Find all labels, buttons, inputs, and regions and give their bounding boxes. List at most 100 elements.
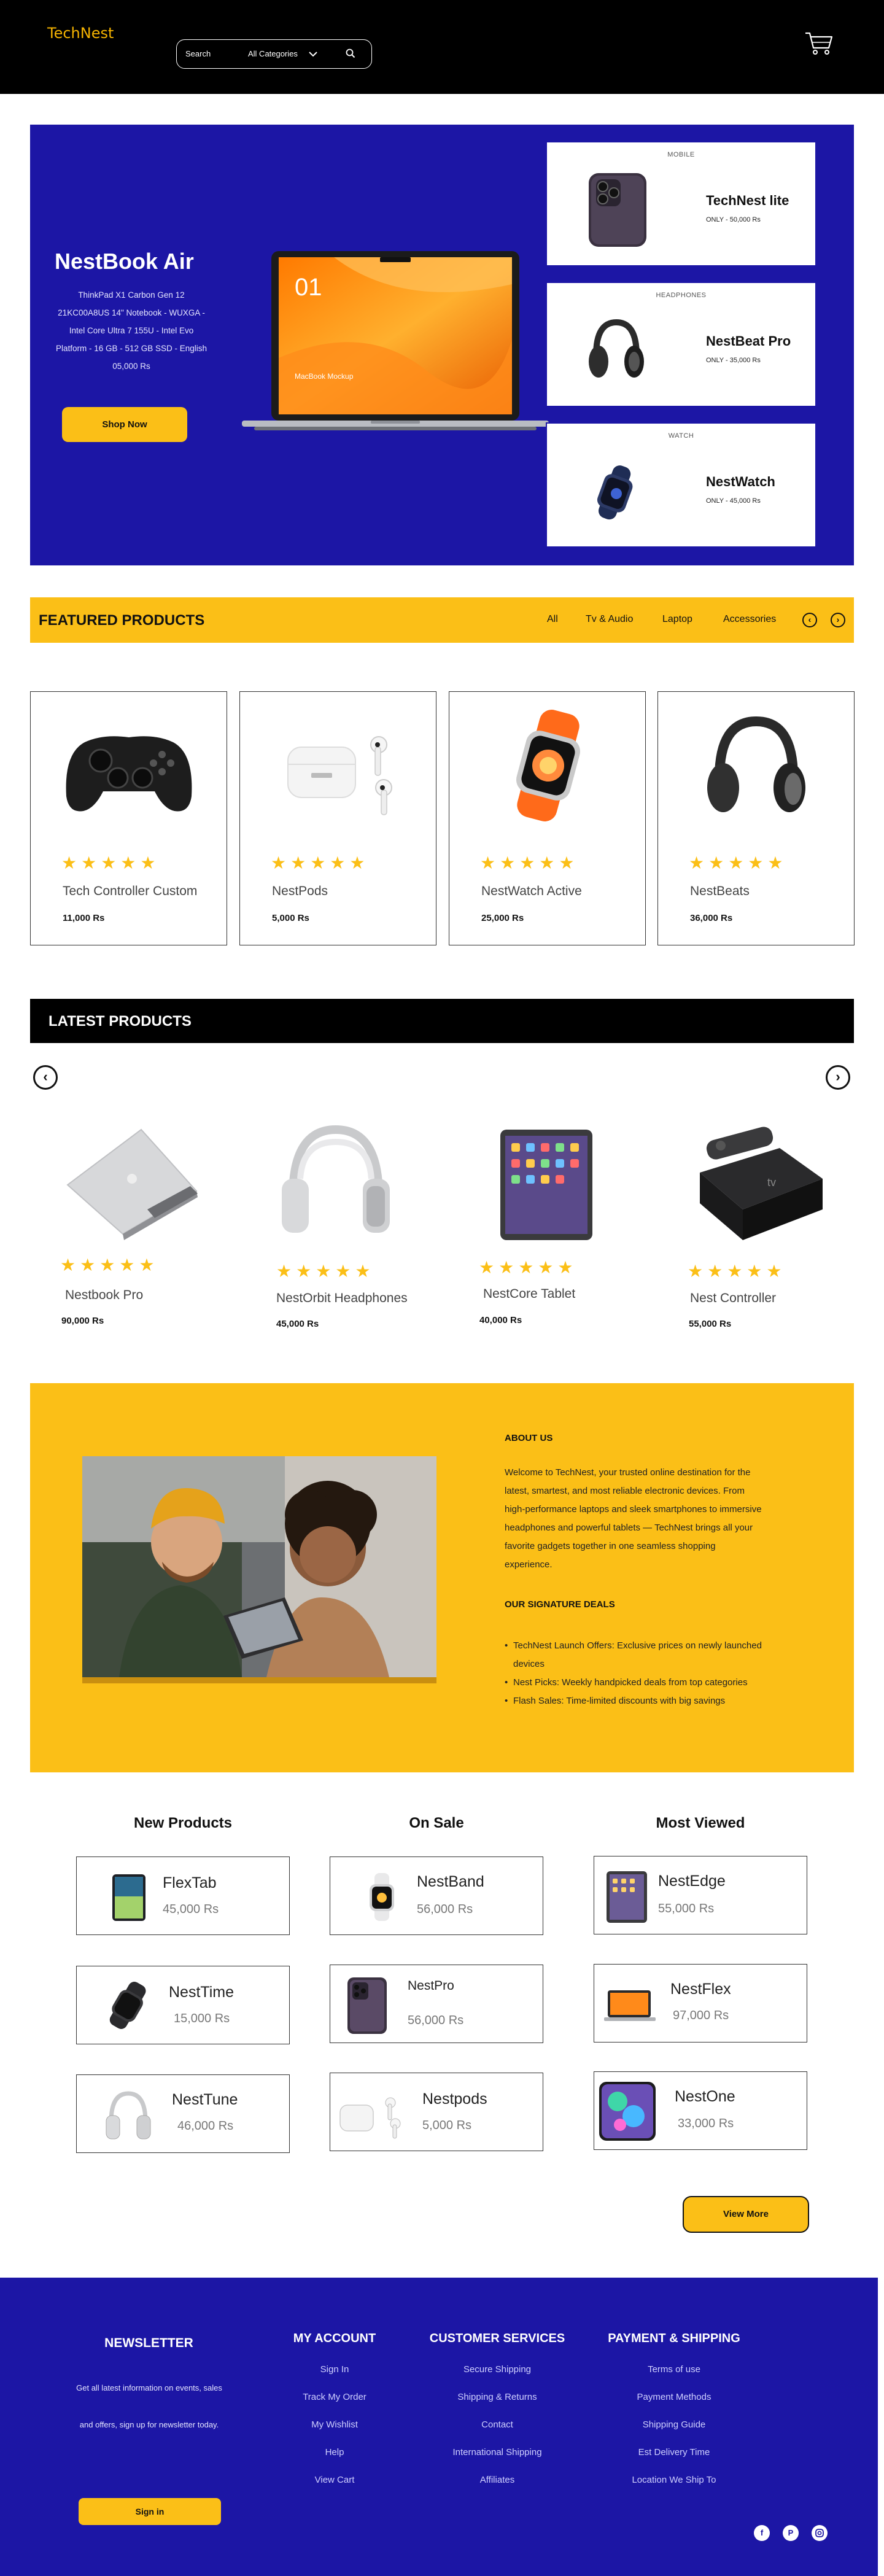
- footer-link[interactable]: Help: [273, 2446, 396, 2474]
- product-name: NestTime: [169, 1984, 235, 2001]
- phone-icon: [334, 1974, 395, 2035]
- shop-now-button[interactable]: Shop Now: [62, 407, 187, 442]
- headphones-icon: [583, 312, 650, 392]
- product-list-item[interactable]: NestBand 56,000 Rs: [330, 1856, 543, 1935]
- tab-laptop[interactable]: Laptop: [662, 614, 692, 625]
- product-name[interactable]: Nest Controller: [690, 1291, 776, 1306]
- product-name[interactable]: NestCore Tablet: [483, 1287, 575, 1302]
- instagram-icon[interactable]: [812, 2525, 828, 2541]
- tab-all[interactable]: All: [547, 614, 558, 625]
- product-item[interactable]: ★★★★★ NestOrbit Headphones 45,000 Rs: [268, 1117, 452, 1351]
- product-item[interactable]: tv ★★★★★ Nest Controller 55,000 Rs: [681, 1117, 866, 1351]
- product-list-item[interactable]: NestEdge 55,000 Rs: [594, 1856, 807, 1934]
- footer-link[interactable]: Location We Ship To: [594, 2474, 754, 2502]
- product-list-item[interactable]: FlexTab 45,000 Rs: [76, 1856, 290, 1935]
- featured-title: FEATURED PRODUCTS: [39, 612, 205, 629]
- footer-link[interactable]: Est Delivery Time: [594, 2446, 754, 2474]
- product-item[interactable]: ★★★★★ NestCore Tablet 40,000 Rs: [471, 1117, 655, 1351]
- laptop-icon: [55, 1117, 215, 1240]
- latest-title: LATEST PRODUCTS: [48, 1013, 192, 1030]
- newsletter-text: Get all latest information on events, sa…: [76, 2383, 222, 2429]
- product-card[interactable]: ★★★★★ NestBeats 36,000 Rs: [657, 691, 855, 945]
- chevron-left-icon[interactable]: ‹: [802, 613, 817, 627]
- product-list-item[interactable]: Nestpods 5,000 Rs: [330, 2073, 543, 2151]
- about-photo: [82, 1456, 436, 1683]
- product-name[interactable]: NestPods: [272, 884, 328, 899]
- facebook-icon[interactable]: f: [754, 2525, 770, 2541]
- logo[interactable]: TechNest: [47, 25, 114, 42]
- footer-link[interactable]: Track My Order: [273, 2391, 396, 2419]
- search-icon[interactable]: [345, 48, 356, 62]
- footer-link[interactable]: Shipping Guide: [594, 2419, 754, 2446]
- chevron-right-icon[interactable]: ›: [831, 613, 845, 627]
- site-header: TechNest Search All Categories: [0, 0, 884, 94]
- footer-link[interactable]: Affiliates: [417, 2474, 577, 2502]
- chevron-right-icon[interactable]: ›: [826, 1065, 850, 1090]
- footer-link[interactable]: My Wishlist: [273, 2419, 396, 2446]
- product-price: 46,000 Rs: [177, 2119, 234, 2133]
- product-card[interactable]: ★★★★★ NestPods 5,000 Rs: [239, 691, 436, 945]
- product-list-item[interactable]: NestFlex 97,000 Rs: [594, 1964, 807, 2043]
- deals-heading: OUR SIGNATURE DEALS: [505, 1599, 615, 1610]
- product-price: 55,000 Rs: [689, 1319, 732, 1329]
- rating-stars: ★★★★★: [60, 1255, 159, 1274]
- headphones-icon: [268, 1117, 428, 1240]
- newsletter-title: NEWSLETTER: [104, 2336, 193, 2350]
- laptop-icon: [599, 1973, 661, 2035]
- footer-link[interactable]: International Shipping: [417, 2446, 577, 2474]
- product-list-item[interactable]: NestTune 46,000 Rs: [76, 2074, 290, 2153]
- hero-title: NestBook Air: [55, 249, 194, 274]
- promo-card-mobile[interactable]: MOBILE TechNest lite ONLY - 50,000 Rs: [546, 141, 816, 266]
- promo-price: ONLY - 50,000 Rs: [706, 216, 761, 223]
- phone-icon: [583, 172, 650, 251]
- product-name[interactable]: NestBeats: [690, 884, 750, 899]
- deal-item: Nest Picks: Weekly handpicked deals from…: [505, 1674, 775, 1692]
- pinterest-icon[interactable]: P: [783, 2525, 799, 2541]
- product-card[interactable]: ★★★★★ NestWatch Active 25,000 Rs: [449, 691, 646, 945]
- product-card[interactable]: ★★★★★ Tech Controller Custom 11,000 Rs: [30, 691, 227, 945]
- product-price: 33,000 Rs: [678, 2117, 734, 2130]
- promo-card-headphones[interactable]: HEADPHONES NestBeat Pro ONLY - 35,000 Rs: [546, 282, 816, 407]
- view-more-button[interactable]: View More: [683, 2196, 809, 2233]
- search-input[interactable]: Search: [185, 49, 211, 58]
- rating-stars: ★★★★★: [271, 853, 370, 872]
- product-price: 5,000 Rs: [422, 2119, 472, 2132]
- category-select[interactable]: All Categories: [248, 49, 298, 58]
- footer-link[interactable]: View Cart: [273, 2474, 396, 2502]
- promo-price: ONLY - 35,000 Rs: [706, 357, 761, 364]
- headphones-icon: [677, 704, 836, 827]
- product-name[interactable]: Nestbook Pro: [65, 1288, 143, 1303]
- product-price: 56,000 Rs: [417, 1903, 473, 1916]
- product-list-item[interactable]: NestTime 15,000 Rs: [76, 1966, 290, 2044]
- promo-name: NestWatch: [706, 474, 775, 489]
- footer-link[interactable]: Terms of use: [594, 2364, 754, 2391]
- footer-link[interactable]: Contact: [417, 2419, 577, 2446]
- my-account-links: Sign In Track My Order My Wishlist Help …: [273, 2364, 396, 2502]
- promo-name: TechNest lite: [706, 193, 789, 208]
- chevron-left-icon[interactable]: ‹: [33, 1065, 58, 1090]
- search-bar[interactable]: Search All Categories: [176, 39, 372, 69]
- promo-card-watch[interactable]: WATCH NestWatch ONLY - 45,000 Rs: [546, 422, 816, 548]
- sign-in-button[interactable]: Sign in: [79, 2498, 221, 2525]
- footer-link[interactable]: Sign In: [273, 2364, 396, 2391]
- cart-icon[interactable]: [804, 31, 834, 60]
- product-name[interactable]: NestOrbit Headphones: [276, 1291, 408, 1306]
- tab-accessories[interactable]: Accessories: [723, 614, 776, 625]
- rating-stars: ★★★★★: [276, 1262, 375, 1281]
- chevron-down-icon[interactable]: [308, 50, 318, 61]
- product-name[interactable]: NestWatch Active: [481, 884, 582, 899]
- product-name[interactable]: Tech Controller Custom: [63, 884, 197, 899]
- product-list-item[interactable]: NestOne 33,000 Rs: [594, 2071, 807, 2150]
- footer-link[interactable]: Shipping & Returns: [417, 2391, 577, 2419]
- product-item[interactable]: ★★★★★ Nestbook Pro 90,000 Rs: [55, 1117, 239, 1351]
- product-list-item[interactable]: NestPro 56,000 Rs: [330, 1965, 543, 2043]
- rating-stars: ★★★★★: [479, 1258, 578, 1277]
- footer-link[interactable]: Secure Shipping: [417, 2364, 577, 2391]
- footer-link[interactable]: Payment Methods: [594, 2391, 754, 2419]
- product-price: 40,000 Rs: [479, 1315, 522, 1325]
- laptop-screen-number: 01: [295, 274, 322, 301]
- deal-item: Flash Sales: Time-limited discounts with…: [505, 1692, 775, 1710]
- tab-tv-audio[interactable]: Tv & Audio: [586, 614, 633, 625]
- product-name: NestPro: [408, 1979, 454, 1993]
- deal-item: TechNest Launch Offers: Exclusive prices…: [505, 1637, 775, 1674]
